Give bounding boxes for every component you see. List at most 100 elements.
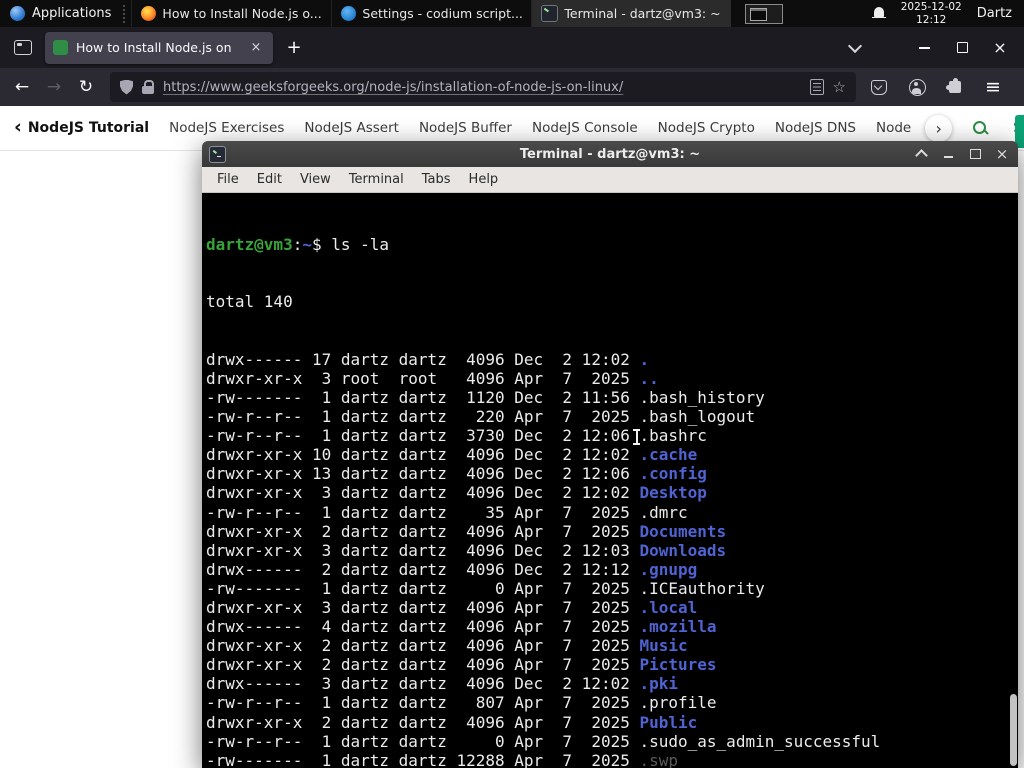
terminal-listing: drwx------ 17 dartz dartz 4096 Dec 2 12:… (206, 350, 1018, 768)
ls-meta: drwxr-xr-x 3 dartz dartz 4096 Apr 7 2025 (206, 597, 640, 617)
tracking-protection-shield-icon[interactable] (120, 79, 133, 95)
terminal-scrollbar-thumb[interactable] (1010, 694, 1017, 766)
list-all-tabs-button[interactable] (842, 35, 868, 61)
ls-name: .sudo_as_admin_successful (639, 731, 881, 751)
extensions-puzzle-icon (946, 78, 961, 93)
ls-meta: drwxr-xr-x 2 dartz dartz 4096 Apr 7 2025 (206, 655, 640, 675)
subnav-scroll-right-button[interactable]: › (925, 114, 953, 142)
site-nav-item[interactable]: NodeJS Crypto (658, 120, 755, 136)
terminal-menu-file[interactable]: File (208, 172, 248, 187)
workspace-switcher[interactable] (744, 3, 783, 24)
taskbar-item-terminal[interactable]: Terminal - dartz@vm3: ~ (531, 0, 732, 27)
url-bar[interactable]: https://www.geeksforgeeks.org/node-js/in… (110, 72, 856, 102)
url-text[interactable]: https://www.geeksforgeeks.org/node-js/in… (163, 80, 801, 95)
ls-name: .bash_logout (639, 407, 756, 427)
ls-name: Downloads (639, 540, 727, 560)
terminal-titlebar[interactable]: Terminal - dartz@vm3: ~ × (202, 141, 1018, 167)
terminal-app-icon (209, 145, 226, 163)
user-menu[interactable]: Dartz (977, 6, 1016, 21)
taskbar-item-codium[interactable]: Settings - codium script... (331, 0, 531, 27)
ls-meta: drwx------ 3 dartz dartz 4096 Dec 2 12:0… (206, 674, 640, 694)
ls-meta: drwxr-xr-x 3 dartz dartz 4096 Dec 2 12:0… (206, 540, 640, 560)
firefox-view-icon (14, 40, 32, 55)
firefox-view-button[interactable] (8, 33, 38, 63)
chevron-down-icon (847, 38, 863, 53)
ls-row: -rw-r--r-- 1 dartz dartz 220 Apr 7 2025 … (206, 407, 1018, 426)
navigation-toolbar: ← → ↻ https://www.geeksforgeeks.org/node… (0, 68, 1024, 148)
new-tab-button[interactable]: + (280, 34, 308, 62)
terminal-menu-tabs[interactable]: Tabs (413, 172, 460, 187)
applications-icon (10, 6, 25, 21)
applications-menu-button[interactable]: Applications (0, 0, 121, 27)
ls-name: .bash_history (639, 387, 765, 407)
prompt-path: ~ (302, 235, 312, 255)
app-menu-button[interactable]: ≡ (978, 73, 1008, 101)
terminal-shade-button[interactable] (912, 145, 930, 163)
ls-row: drwx------ 4 dartz dartz 4096 Apr 7 2025… (206, 617, 1018, 636)
minimize-icon (918, 46, 930, 49)
ls-meta: -rw------- 1 dartz dartz 1120 Dec 2 11:5… (206, 387, 640, 407)
browser-minimize-button[interactable] (910, 35, 938, 61)
terminal-menu-terminal[interactable]: Terminal (340, 172, 413, 187)
ls-row: -rw------- 1 dartz dartz 12288 Apr 7 202… (206, 751, 1018, 768)
ls-meta: -rw-r--r-- 1 dartz dartz 3730 Dec 2 12:0… (206, 426, 640, 446)
search-icon[interactable] (972, 120, 989, 137)
panel-separator (123, 4, 129, 23)
terminal-window: Terminal - dartz@vm3: ~ × File Edit View Te… (202, 141, 1018, 768)
browser-close-button[interactable]: × (986, 35, 1014, 61)
site-nav-item[interactable]: NodeJS Console (532, 120, 638, 136)
ls-row: drwxr-xr-x 10 dartz dartz 4096 Dec 2 12:… (206, 445, 1018, 464)
ls-name: Music (639, 636, 688, 656)
ls-name: .local (639, 597, 698, 617)
reader-mode-icon[interactable] (809, 79, 824, 95)
terminal-maximize-button[interactable] (966, 145, 984, 163)
reload-button[interactable]: ↻ (70, 72, 102, 102)
ls-meta: drwxr-xr-x 2 dartz dartz 4096 Apr 7 2025 (206, 521, 640, 541)
site-nav-item[interactable]: NodeJS Assert (304, 120, 399, 136)
account-button[interactable] (902, 73, 932, 101)
clock-time: 12:12 (916, 13, 947, 26)
hamburger-menu-icon: ≡ (985, 75, 1001, 98)
terminal-menu-edit[interactable]: Edit (248, 172, 291, 187)
total-line: total 140 (206, 292, 293, 312)
back-button[interactable]: ← (6, 72, 38, 102)
ls-meta: drwxr-xr-x 13 dartz dartz 4096 Dec 2 12:… (206, 464, 640, 484)
ls-row: -rw-r--r-- 1 dartz dartz 3730 Dec 2 12:0… (206, 426, 1018, 445)
ls-row: drwxr-xr-x 3 dartz dartz 4096 Dec 2 12:0… (206, 541, 1018, 560)
site-nav-item[interactable]: Node (876, 120, 911, 136)
top-panel: Applications How to Install Node.js o...… (0, 0, 1024, 27)
terminal-close-button[interactable]: × (993, 145, 1011, 163)
terminal-screen[interactable]: dartz@vm3:~$ ls -la total 140 drwx------… (202, 193, 1018, 768)
terminal-menu-help[interactable]: Help (460, 172, 508, 187)
ls-meta: -rw------- 1 dartz dartz 12288 Apr 7 202… (206, 750, 640, 768)
pocket-button[interactable] (864, 73, 894, 101)
ls-meta: -rw-r--r-- 1 dartz dartz 35 Apr 7 2025 (206, 502, 640, 522)
site-nav-item[interactable]: NodeJS Buffer (419, 120, 512, 136)
subnav-back-item[interactable]: ‹ NodeJS Tutorial (14, 117, 150, 137)
ls-meta: drwx------ 17 dartz dartz 4096 Dec 2 12:… (206, 349, 640, 369)
terminal-menu-view[interactable]: View (291, 172, 340, 187)
extensions-button[interactable] (940, 73, 970, 101)
taskbar-item-firefox[interactable]: How to Install Node.js o... (131, 0, 331, 27)
ls-meta: drwx------ 2 dartz dartz 4096 Dec 2 12:1… (206, 559, 640, 579)
subnav-back-label: NodeJS Tutorial (27, 120, 150, 136)
tab-close-icon[interactable]: × (247, 39, 265, 57)
terminal-minimize-button[interactable] (939, 145, 957, 163)
browser-maximize-button[interactable] (948, 35, 976, 61)
ls-row: drwxr-xr-x 3 dartz dartz 4096 Dec 2 12:0… (206, 483, 1018, 502)
notification-bell-icon[interactable] (871, 7, 886, 20)
taskbar-item-label: How to Install Node.js o... (162, 6, 322, 21)
chevron-up-icon (914, 149, 928, 162)
active-tab[interactable]: How to Install Node.js on × (45, 31, 273, 64)
ls-meta: drwxr-xr-x 3 root root 4096 Apr 7 2025 (206, 368, 640, 388)
lock-icon[interactable] (142, 80, 154, 94)
panel-clock[interactable]: 2025-12-02 12:12 (901, 1, 962, 26)
ls-row: drwxr-xr-x 2 dartz dartz 4096 Apr 7 2025… (206, 522, 1018, 541)
bookmark-star-icon[interactable]: ☆ (833, 78, 846, 96)
site-nav-item[interactable]: NodeJS Exercises (169, 120, 284, 136)
ls-name: .pki (639, 674, 679, 694)
forward-button[interactable]: → (38, 72, 70, 102)
ls-name: .bashrc (639, 426, 707, 446)
pocket-icon (871, 79, 887, 95)
site-nav-item[interactable]: NodeJS DNS (775, 120, 856, 136)
